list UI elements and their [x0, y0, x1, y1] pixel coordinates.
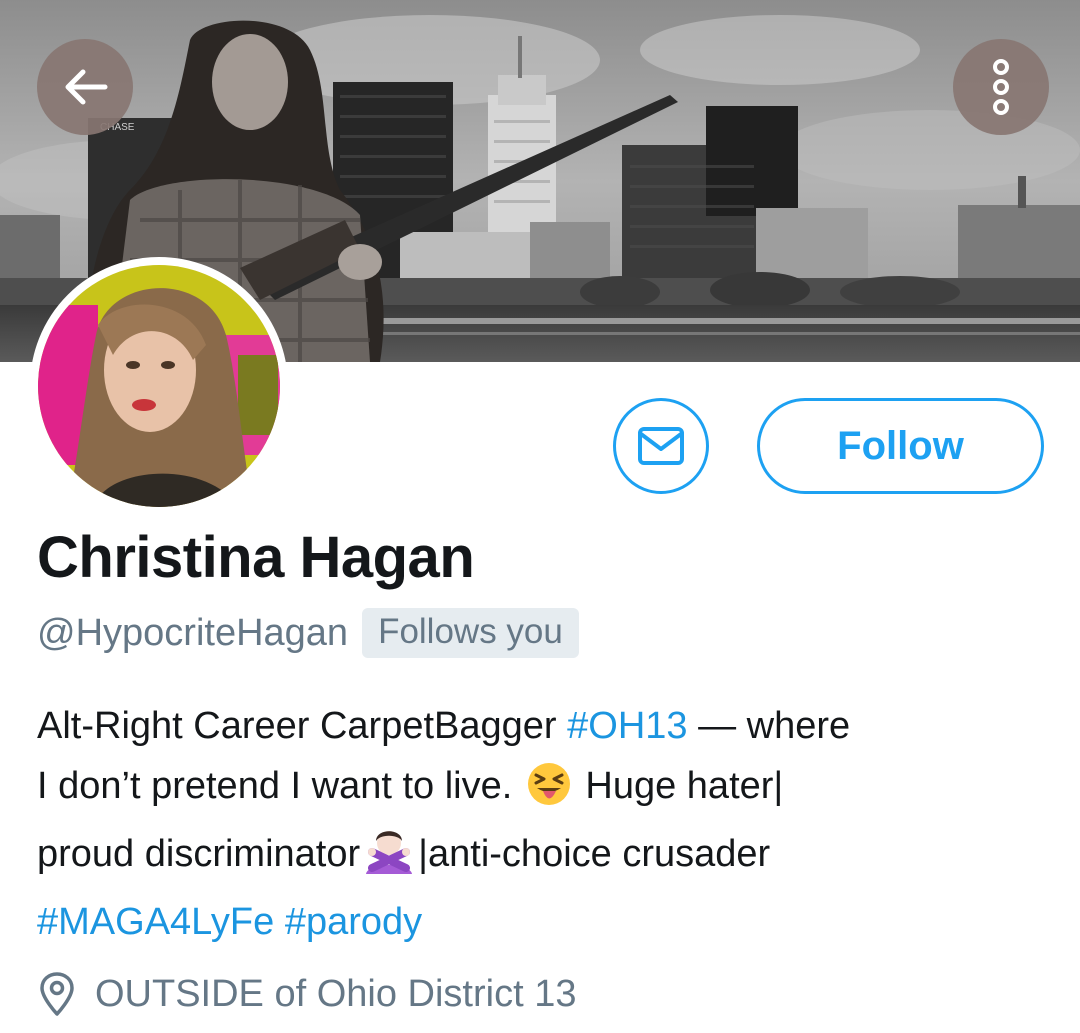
follows-you-badge: Follows you: [362, 608, 579, 658]
vertical-dots-icon: [993, 59, 1009, 115]
hashtag-link[interactable]: #MAGA4LyFe: [37, 901, 274, 943]
bio-text: proud discriminator: [37, 833, 361, 875]
back-button[interactable]: [37, 39, 133, 135]
bio-line: I don’t pretend I want to live. Huge hat…: [37, 756, 1047, 824]
location-pin-icon: [40, 972, 74, 1016]
arrow-left-icon: [65, 69, 108, 105]
bio-text: Huge hater|: [574, 765, 784, 807]
profile-bio: Alt-Right Career CarpetBagger #OH13 — wh…: [37, 696, 1047, 952]
display-name: Christina Hagan: [37, 525, 475, 590]
follow-button[interactable]: Follow: [757, 398, 1044, 494]
avatar-image: [38, 265, 280, 507]
envelope-icon: [638, 427, 684, 465]
hashtag-link[interactable]: #OH13: [567, 705, 687, 747]
bio-text: — where: [687, 705, 851, 747]
bio-text: I don’t pretend I want to live.: [37, 765, 523, 807]
more-options-button[interactable]: [953, 39, 1049, 135]
bio-text: |anti-choice crusader: [418, 833, 771, 875]
person-gesturing-no-icon: [364, 826, 414, 892]
message-button[interactable]: [613, 398, 709, 494]
bio-line: proud discriminator |anti-choice crusade…: [37, 824, 1047, 892]
location-row: OUTSIDE of Ohio District 13: [37, 971, 576, 1017]
profile-avatar[interactable]: [30, 257, 288, 515]
handle-row: @HypocriteHagan Follows you: [37, 608, 579, 658]
bio-line: Alt-Right Career CarpetBagger #OH13 — wh…: [37, 696, 1047, 756]
bio-line: #MAGA4LyFe #parody: [37, 892, 1047, 952]
bio-text: Alt-Right Career CarpetBagger: [37, 705, 568, 747]
location-text: OUTSIDE of Ohio District 13: [95, 972, 577, 1015]
user-handle: @HypocriteHagan: [37, 611, 349, 654]
hashtag-link[interactable]: #parody: [285, 901, 422, 943]
squinting-face-with-tongue-icon: [527, 762, 571, 824]
